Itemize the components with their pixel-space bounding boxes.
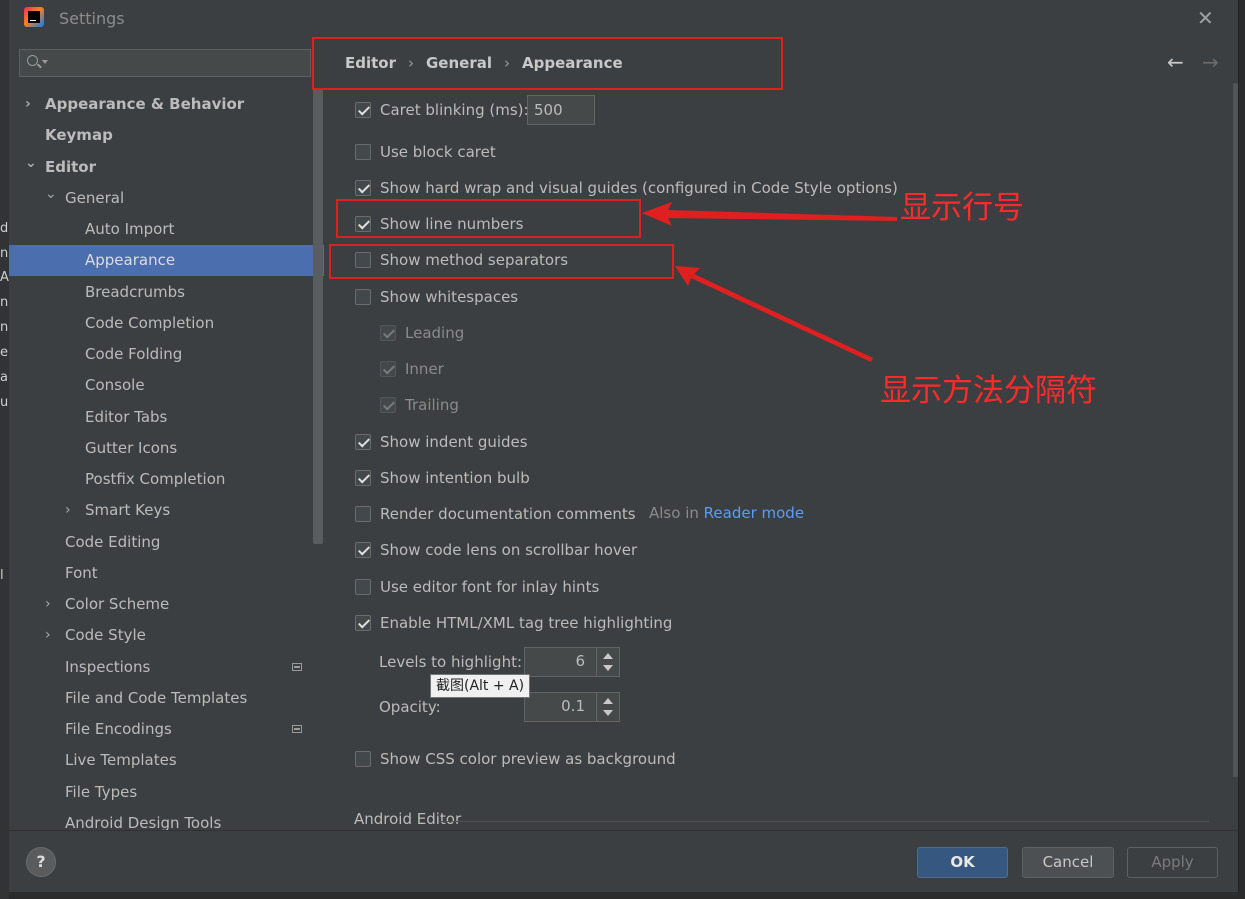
annotation-line-numbers-label: 显示行号 xyxy=(900,190,1024,226)
annotation-arrows xyxy=(642,202,897,362)
annotation-arrow-line-numbers xyxy=(642,202,897,226)
annotation-method-separators-label: 显示方法分隔符 xyxy=(880,373,1097,409)
annotation-arrow-method-separators xyxy=(675,266,873,362)
